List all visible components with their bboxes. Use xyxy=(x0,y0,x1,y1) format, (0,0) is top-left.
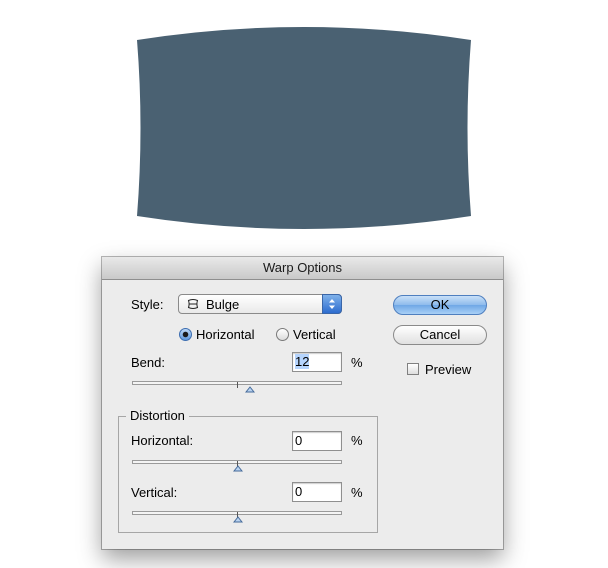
bend-unit: % xyxy=(351,355,363,370)
bend-slider-center-tick xyxy=(237,382,238,388)
warp-options-dialog: Warp Options Style: Bulge Horizontal Ver… xyxy=(102,257,503,549)
preview-label[interactable]: Preview xyxy=(425,362,471,377)
cancel-button[interactable]: Cancel xyxy=(393,325,487,345)
warped-bulge-shape xyxy=(137,27,471,229)
distortion-horizontal-label: Horizontal: xyxy=(131,433,194,448)
horizontal-radio-label[interactable]: Horizontal xyxy=(196,327,255,342)
bend-label: Bend: xyxy=(131,355,165,370)
style-value: Bulge xyxy=(206,297,240,312)
distortion-group-label: Distortion xyxy=(126,408,189,423)
distortion-vertical-input[interactable]: 0 xyxy=(292,482,342,502)
distortion-vertical-unit: % xyxy=(351,485,363,500)
distortion-horizontal-thumb-icon[interactable] xyxy=(233,465,243,472)
distortion-vertical-thumb-icon[interactable] xyxy=(233,516,243,523)
distortion-horizontal-input[interactable]: 0 xyxy=(292,431,342,451)
bend-value: 12 xyxy=(295,354,310,369)
dialog-title: Warp Options xyxy=(102,257,503,280)
bulge-shape-icon xyxy=(187,299,199,309)
style-label: Style: xyxy=(131,297,164,312)
bend-input[interactable]: 12 xyxy=(292,352,342,372)
distortion-vertical-label: Vertical: xyxy=(131,485,178,500)
bend-slider-thumb-icon[interactable] xyxy=(245,386,255,393)
style-dropdown[interactable]: Bulge xyxy=(178,294,342,314)
horizontal-radio[interactable] xyxy=(179,328,192,341)
warped-artwork xyxy=(137,27,471,229)
vertical-radio[interactable] xyxy=(276,328,289,341)
distortion-horizontal-unit: % xyxy=(351,433,363,448)
ok-button[interactable]: OK xyxy=(393,295,487,315)
preview-checkbox[interactable] xyxy=(407,363,419,375)
dropdown-arrows-icon[interactable] xyxy=(322,294,342,314)
vertical-radio-label[interactable]: Vertical xyxy=(293,327,336,342)
